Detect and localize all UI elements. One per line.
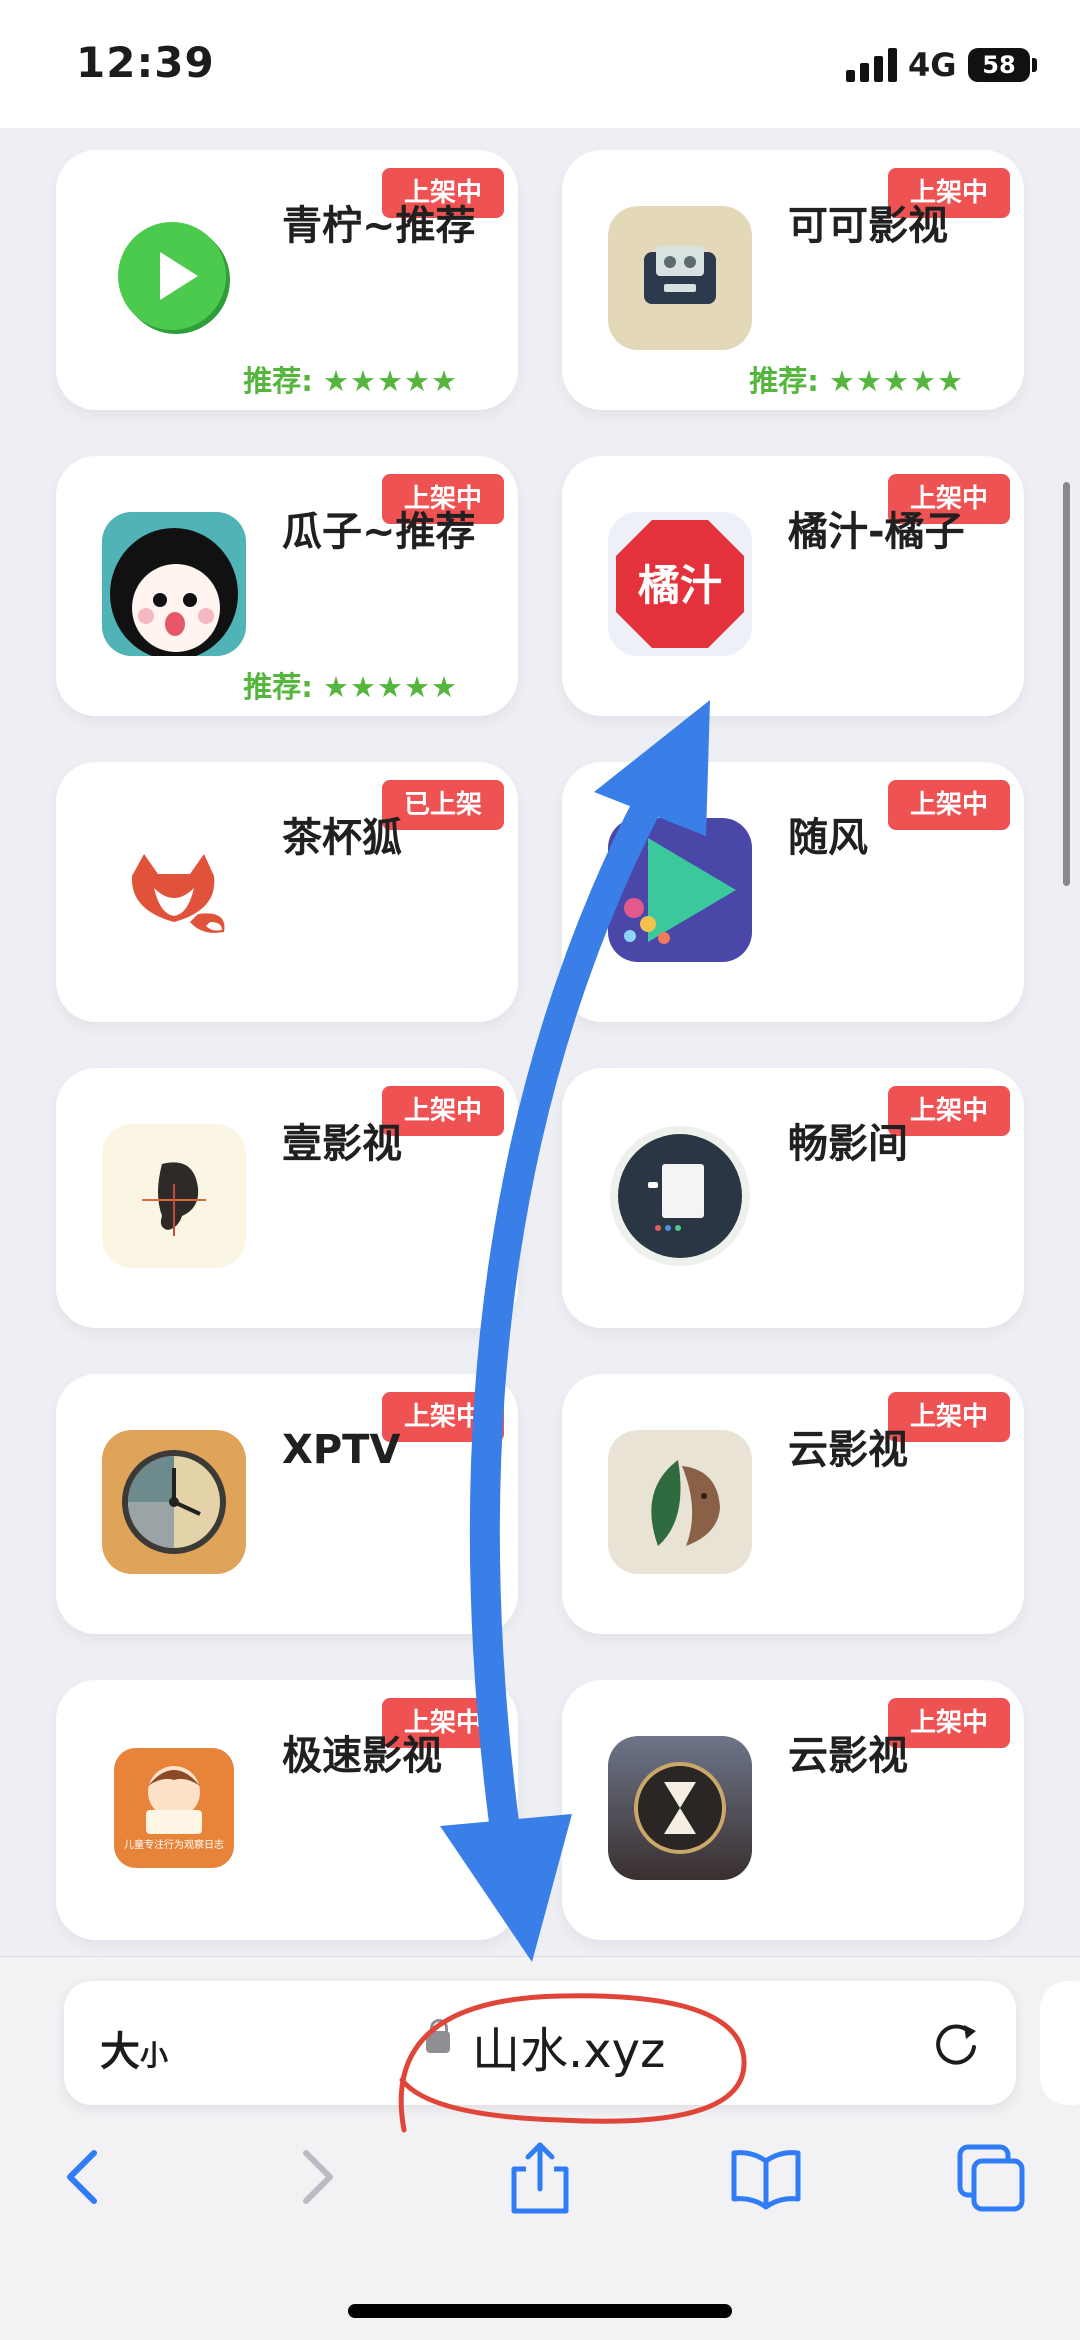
- app-name: 壹影视: [282, 1121, 402, 1167]
- retro-tv-icon: [608, 206, 752, 350]
- hourglass-icon: [608, 1736, 752, 1880]
- status-bar: 12:39 4G 58: [0, 0, 1080, 128]
- app-name: 可可影视: [788, 203, 948, 249]
- network-type: 4G: [908, 46, 957, 84]
- leaf-lion-icon: [608, 1430, 752, 1574]
- home-indicator: [348, 2304, 732, 2318]
- clock-time: 12:39: [76, 38, 215, 87]
- app-card[interactable]: 上架中 云影视: [562, 1680, 1024, 1940]
- app-name: 畅影间: [788, 1121, 908, 1167]
- address-bar[interactable]: 大小 山水.xyz: [64, 1981, 1016, 2105]
- reload-icon[interactable]: [926, 2015, 986, 2075]
- cartoon-face-icon: [102, 512, 246, 656]
- tabs-icon[interactable]: [952, 2137, 1032, 2217]
- app-name: 青柠~推荐: [282, 203, 476, 249]
- reading-child-icon: 儿童专注行为观察日志: [102, 1736, 246, 1880]
- app-name: XPTV: [282, 1427, 401, 1473]
- app-card[interactable]: 上架中 青柠~推荐 推荐: ★★★★★: [56, 150, 518, 410]
- forward-icon[interactable]: [276, 2137, 356, 2217]
- bookmarks-icon[interactable]: [726, 2137, 806, 2217]
- app-name: 云影视: [788, 1733, 908, 1779]
- app-name: 极速影视: [282, 1733, 442, 1779]
- clock-icon: [102, 1430, 246, 1574]
- lock-icon: [426, 2019, 450, 2053]
- next-tab-preview[interactable]: [1040, 1981, 1080, 2105]
- app-card[interactable]: 上架中 随风: [562, 762, 1024, 1022]
- app-card[interactable]: 上架中 儿童专注行为观察日志 极速影视: [56, 1680, 518, 1940]
- app-card[interactable]: 上架中 橘汁 橘汁-橘子: [562, 456, 1024, 716]
- app-card[interactable]: 上架中 可可影视 推荐: ★★★★★: [562, 150, 1024, 410]
- text-size-button[interactable]: 大小: [100, 2019, 168, 2077]
- rating-label: 推荐:: [749, 364, 819, 398]
- rating-label: 推荐:: [243, 670, 313, 704]
- fox-icon: [102, 818, 246, 962]
- rating: 推荐: ★★★★★: [243, 664, 458, 706]
- app-card[interactable]: 上架中 XPTV: [56, 1374, 518, 1634]
- app-name: 瓜子~推荐: [282, 509, 476, 555]
- rating-stars: ★★★★★: [323, 670, 458, 704]
- app-name: 橘汁-橘子: [788, 509, 965, 555]
- signal-strength-icon: [846, 48, 898, 82]
- app-card[interactable]: 上架中 云影视: [562, 1374, 1024, 1634]
- icon-text: 儿童专注行为观察日志: [124, 1838, 224, 1851]
- ear-icon: [102, 1124, 246, 1268]
- text-size-large: 大: [100, 2029, 140, 2075]
- app-name: 云影视: [788, 1427, 908, 1473]
- app-name: 随风: [788, 815, 868, 861]
- app-name: 茶杯狐: [282, 815, 402, 861]
- rating: 推荐: ★★★★★: [243, 358, 458, 400]
- icon-text: 橘汁: [638, 561, 722, 610]
- text-size-small: 小: [140, 2039, 169, 2072]
- rating-label: 推荐:: [243, 364, 313, 398]
- battery-tip: [1032, 58, 1037, 72]
- battery-icon: 58: [968, 48, 1030, 82]
- back-icon[interactable]: [44, 2137, 124, 2217]
- app-card[interactable]: 已上架 茶杯狐: [56, 762, 518, 1022]
- document-circle-icon: [608, 1124, 752, 1268]
- purple-play-icon: [608, 818, 752, 962]
- app-card[interactable]: 上架中 壹影视: [56, 1068, 518, 1328]
- scroll-indicator[interactable]: [1063, 482, 1070, 886]
- rating: 推荐: ★★★★★: [749, 358, 964, 400]
- green-play-icon: [102, 206, 246, 350]
- rating-stars: ★★★★★: [829, 364, 964, 398]
- url-text[interactable]: 山水.xyz: [472, 2011, 665, 2081]
- app-card[interactable]: 上架中 畅影间: [562, 1068, 1024, 1328]
- rating-stars: ★★★★★: [323, 364, 458, 398]
- orange-juice-icon: 橘汁: [608, 512, 752, 656]
- share-icon[interactable]: [500, 2137, 580, 2217]
- browser-toolbar: 大小 山水.xyz: [0, 1956, 1080, 2340]
- app-card[interactable]: 上架中 瓜子~推荐 推荐: ★★★★★: [56, 456, 518, 716]
